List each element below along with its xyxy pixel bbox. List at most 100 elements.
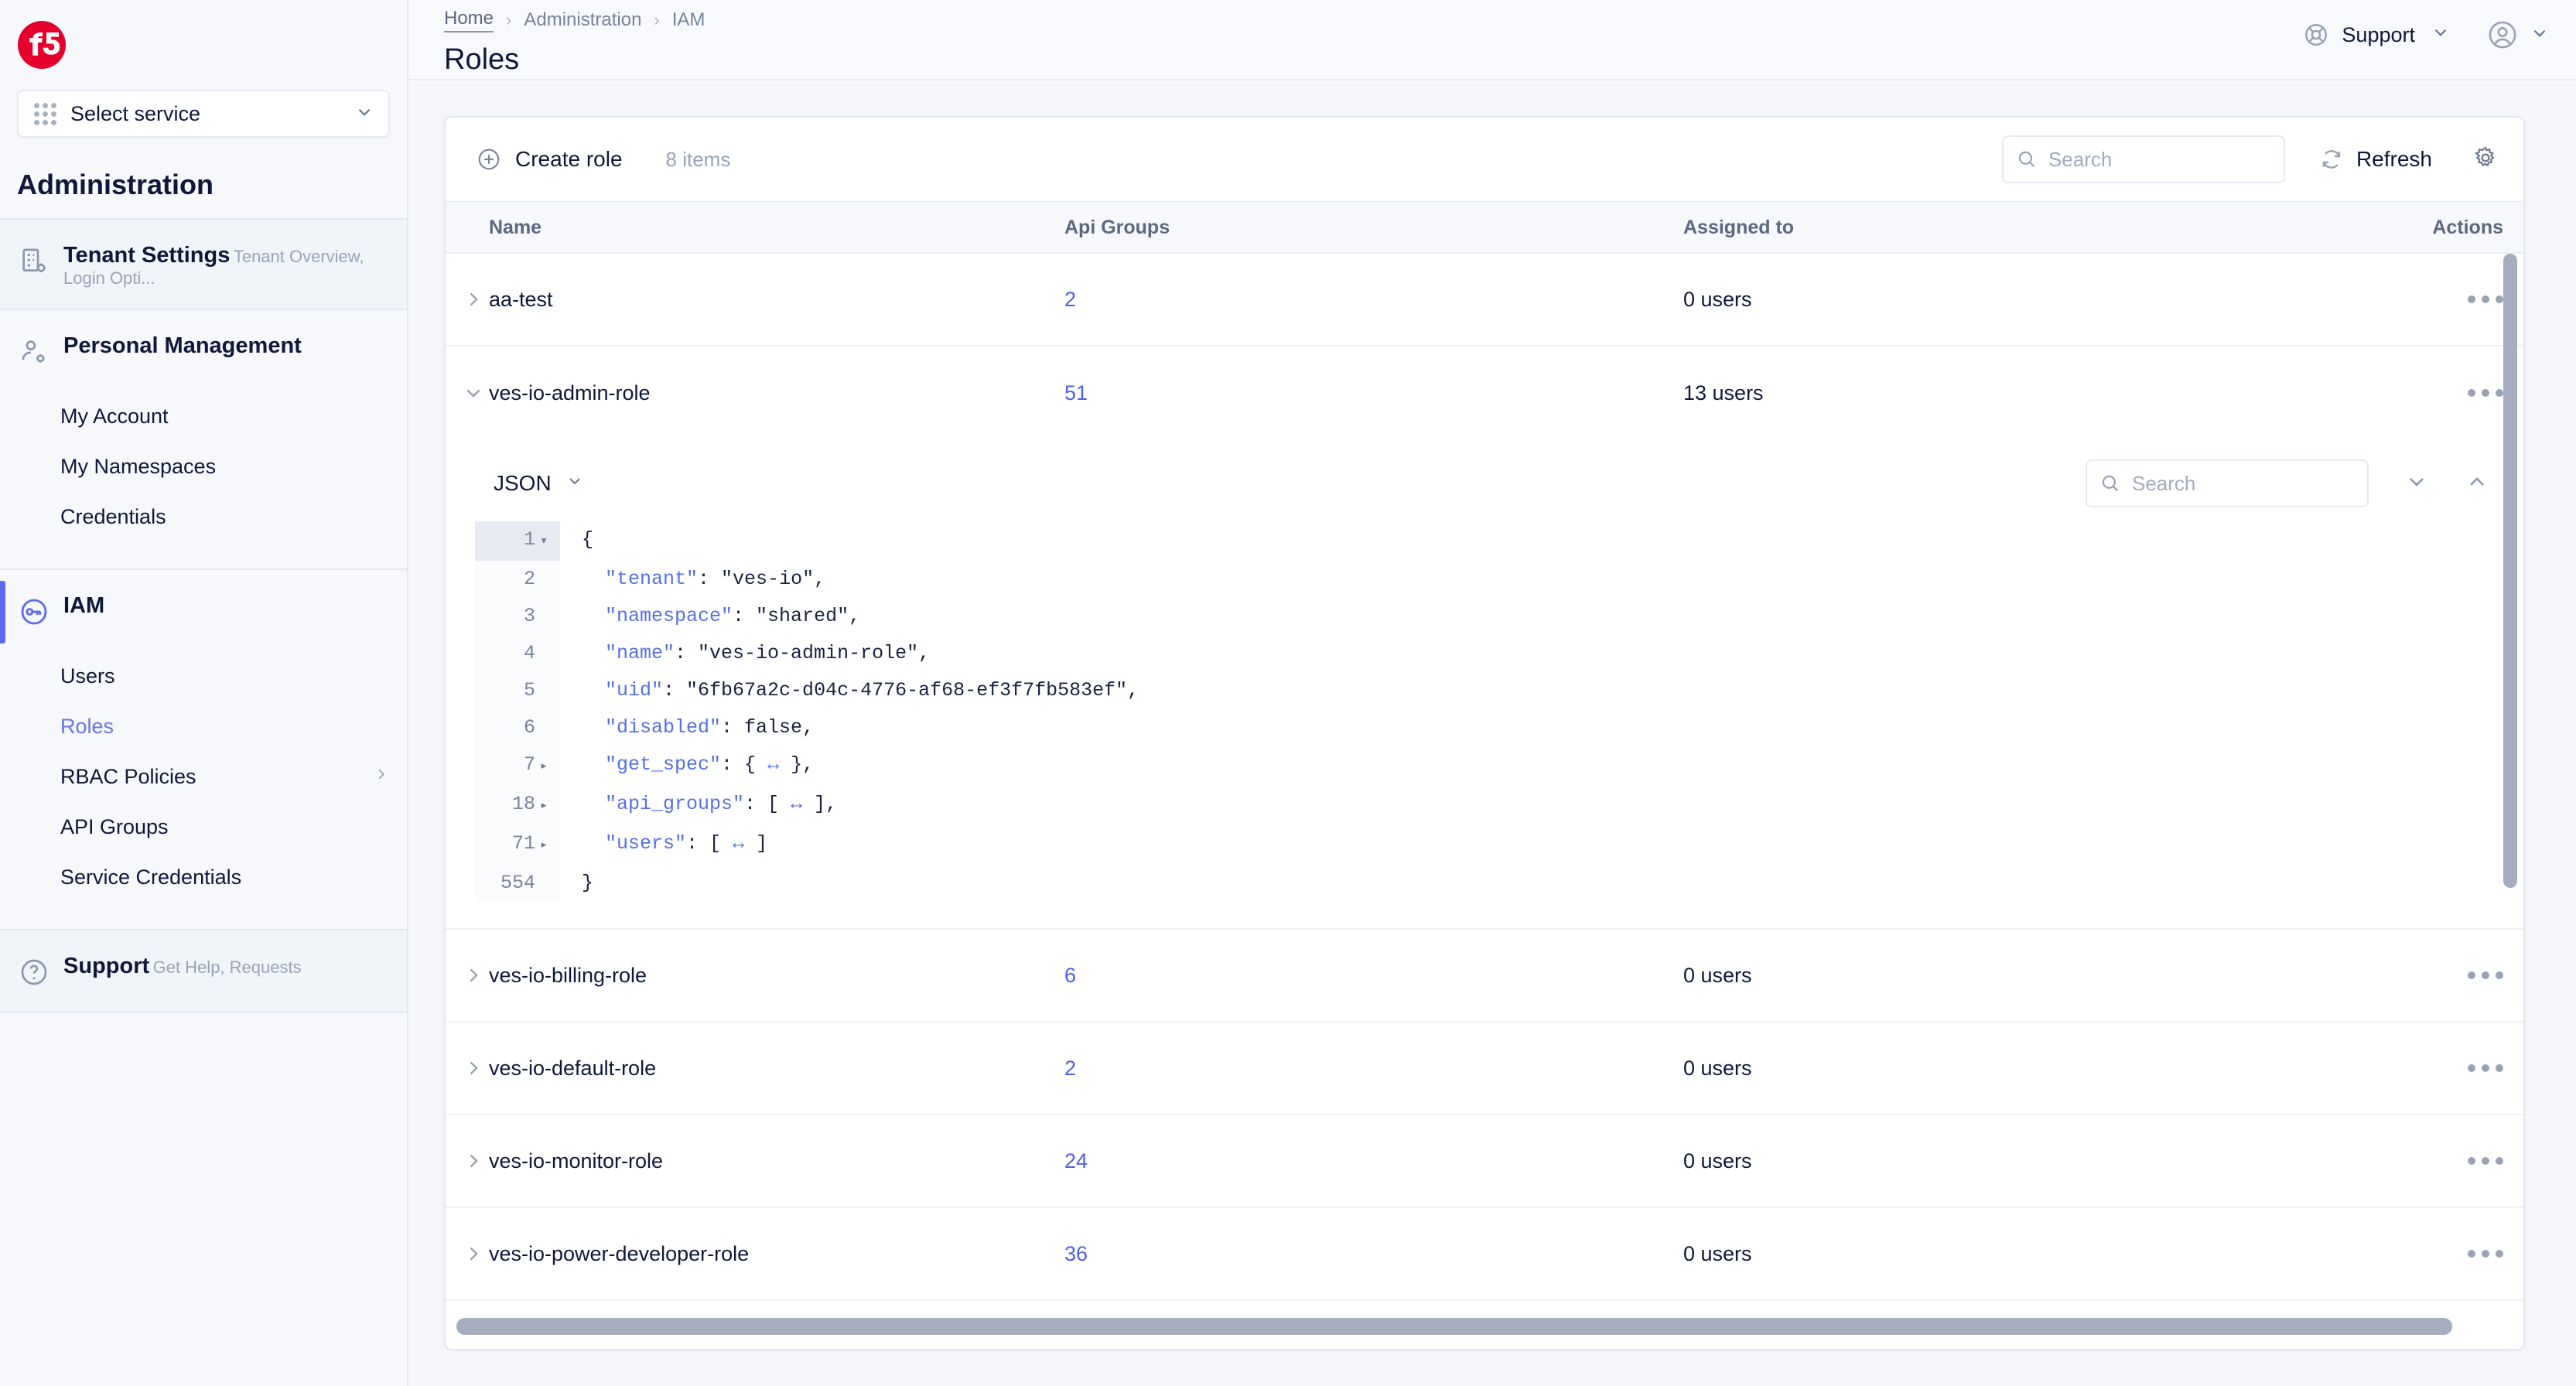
gear-icon [2472, 145, 2499, 175]
json-search-input[interactable]: Search [2086, 459, 2369, 507]
chevron-down-icon[interactable] [2404, 469, 2429, 498]
breadcrumb-iam[interactable]: IAM [672, 9, 705, 31]
ellipsis-icon[interactable] [2369, 1157, 2503, 1165]
chevron-down-icon[interactable] [463, 382, 484, 404]
search-input[interactable]: Search [2001, 135, 2285, 183]
table-row[interactable]: ves-io-billing-role 6 0 users [446, 930, 2523, 1022]
sidebar-item-label: Credentials [60, 505, 166, 529]
chevron-down-icon [354, 102, 374, 126]
api-groups-link[interactable]: 6 [1064, 964, 1076, 987]
assigned-to: 0 users [1683, 1241, 1752, 1265]
sidebar-group-tenant-settings: Tenant Settings Tenant Overview, Login O… [0, 220, 407, 309]
assigned-to: 13 users [1683, 381, 1764, 405]
assigned-to: 0 users [1683, 1149, 1752, 1173]
chevron-right-icon[interactable] [463, 288, 484, 310]
sidebar-item-label: Users [60, 664, 115, 688]
refresh-label: Refresh [2356, 147, 2432, 171]
table-row[interactable]: ves-io-monitor-role 24 0 users [446, 1115, 2523, 1208]
code-line: 18 ▸ "api_groups": [ ↔ ], [475, 786, 2523, 825]
sidebar-item-users[interactable]: Users [0, 651, 407, 702]
sidebar-item-api-groups[interactable]: API Groups [0, 802, 407, 852]
chevron-right-icon [373, 766, 390, 788]
chevron-right-icon[interactable] [463, 964, 484, 986]
ellipsis-icon[interactable] [2369, 1064, 2503, 1072]
lifebuoy-icon [2303, 22, 2329, 48]
column-header-actions: Actions [2432, 216, 2503, 238]
json-search-nav [2404, 469, 2489, 498]
fold-toggle[interactable]: ▸ [535, 828, 552, 865]
vertical-scrollbar[interactable] [2503, 254, 2517, 888]
sidebar-group-title: Tenant Settings [63, 243, 231, 268]
settings-button[interactable] [2472, 145, 2499, 175]
ellipsis-icon[interactable] [2369, 295, 2503, 303]
json-search-placeholder: Search [2132, 471, 2196, 495]
chevron-right-icon[interactable] [463, 1057, 484, 1079]
chevron-right-icon[interactable] [463, 1243, 484, 1265]
sidebar-item-iam[interactable]: IAM [0, 570, 407, 651]
api-groups-link[interactable]: 2 [1064, 1057, 1076, 1080]
column-header-api-groups: Api Groups [1064, 216, 1170, 238]
breadcrumb-home[interactable]: Home [444, 8, 494, 32]
chevron-right-icon[interactable] [463, 1150, 484, 1172]
refresh-button[interactable]: Refresh [2319, 147, 2432, 172]
sidebar-item-tenant-settings[interactable]: Tenant Settings Tenant Overview, Login O… [0, 220, 407, 309]
format-selector[interactable]: JSON [494, 471, 584, 496]
horizontal-scrollbar[interactable] [456, 1318, 2452, 1335]
sidebar-item-roles[interactable]: Roles [0, 702, 407, 752]
assigned-to: 0 users [1683, 963, 1752, 987]
logo-wrap [0, 0, 407, 84]
code-line: 7 ▸ "get_spec": { ↔ }, [475, 746, 2523, 786]
line-number: 7 ▸ [475, 746, 560, 786]
support-menu-button[interactable]: Support [2303, 22, 2451, 48]
ellipsis-icon[interactable] [2369, 971, 2503, 979]
question-circle-icon [19, 957, 51, 992]
sidebar-item-my-namespaces[interactable]: My Namespaces [0, 442, 407, 492]
service-selector[interactable]: Select service [17, 90, 390, 138]
sidebar-item-credentials[interactable]: Credentials [0, 492, 407, 542]
table-row[interactable]: ves-io-default-role 2 0 users [446, 1022, 2523, 1115]
fold-toggle[interactable]: ▸ [535, 749, 552, 786]
code-line: 3 "namespace": "shared", [475, 598, 2523, 635]
content-area: Create role 8 items Search Refresh Name … [408, 80, 2576, 1386]
fold-toggle[interactable]: ▾ [535, 524, 552, 561]
code-text: "uid": "6fb67a2c-d04c-4776-af68-ef3f7fb5… [605, 679, 1139, 702]
sidebar-section-title: Administration [17, 169, 214, 200]
ellipsis-icon[interactable] [2369, 389, 2503, 397]
sidebar-item-service-credentials[interactable]: Service Credentials [0, 852, 407, 903]
table-row[interactable]: ves-io-power-developer-role 36 0 users [446, 1208, 2523, 1301]
table-row[interactable]: aa-test 2 0 users [446, 254, 2523, 346]
line-number: 1 ▾ [475, 521, 560, 561]
table-row[interactable]: ves-io-admin-role 51 13 users [446, 346, 2523, 439]
sidebar-item-my-account[interactable]: My Account [0, 391, 407, 442]
api-groups-link[interactable]: 51 [1064, 381, 1088, 405]
table-body: aa-test 2 0 users ves-io-admin-role 51 1… [446, 254, 2523, 1349]
create-role-button[interactable]: Create role [477, 147, 623, 172]
chevron-down-icon [565, 471, 584, 496]
chevron-up-icon[interactable] [2465, 469, 2489, 498]
sidebar-item-personal-management[interactable]: Personal Management [0, 310, 407, 391]
code-line: 71 ▸ "users": [ ↔ ] [475, 825, 2523, 865]
ellipsis-icon[interactable] [2369, 1250, 2503, 1258]
api-groups-link[interactable]: 2 [1064, 288, 1076, 311]
json-code-block: 1 ▾ { 2 "tenant": "ves-io", 3 "namespace"… [446, 521, 2523, 902]
page-title: Roles [444, 43, 520, 76]
sidebar-item-label: API Groups [60, 815, 169, 839]
breadcrumb-title-block: Home › Administration › IAM Roles [444, 0, 2303, 77]
support-label: Support [2342, 22, 2415, 46]
chevron-down-icon [2431, 22, 2451, 48]
divider [0, 1012, 407, 1014]
api-groups-link[interactable]: 24 [1064, 1149, 1088, 1173]
fold-toggle[interactable]: ▸ [535, 788, 552, 825]
json-detail-panel: JSON Search 1 ▾ {2 "tenant": "ves-io", … [446, 439, 2523, 930]
sidebar-item-support[interactable]: Support Get Help, Requests [0, 930, 407, 1012]
search-placeholder: Search [2048, 147, 2113, 171]
sidebar-item-label: RBAC Policies [60, 765, 196, 789]
user-menu-button[interactable] [2486, 19, 2550, 51]
code-line: 1 ▾ { [475, 521, 2523, 561]
role-name: ves-io-power-developer-role [489, 1241, 750, 1265]
breadcrumb-administration[interactable]: Administration [524, 9, 641, 31]
sidebar-item-rbac-policies[interactable]: RBAC Policies [0, 752, 407, 802]
f5-logo[interactable] [17, 20, 67, 70]
api-groups-link[interactable]: 36 [1064, 1242, 1088, 1265]
